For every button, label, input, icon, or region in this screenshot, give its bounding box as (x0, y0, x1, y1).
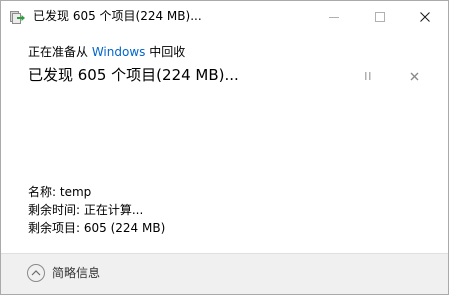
chevron-up-icon (27, 264, 45, 282)
minimize-button[interactable] (311, 1, 357, 32)
maximize-icon (375, 11, 385, 22)
detail-items-remaining: 剩余项目: 605 (224 MB) (28, 221, 166, 235)
preparing-suffix: 中回收 (145, 45, 186, 59)
close-icon (420, 11, 430, 22)
preparing-status: 正在准备从 Windows 中回收 (28, 44, 185, 60)
title-bar[interactable]: 已发现 605 个项目(224 MB)... (1, 1, 448, 32)
recycle-progress-dialog: 已发现 605 个项目(224 MB)... 正在准备从 Windows 中回收… (0, 0, 449, 295)
pause-icon (364, 66, 372, 85)
pause-button[interactable] (358, 67, 378, 83)
source-link[interactable]: Windows (92, 45, 146, 59)
file-move-icon (10, 9, 26, 24)
less-info-button[interactable]: 简略信息 (27, 264, 100, 282)
preparing-prefix: 正在准备从 (28, 45, 92, 59)
less-info-label: 简略信息 (52, 266, 101, 280)
stop-button[interactable] (404, 67, 424, 83)
detail-name: 名称: temp (28, 185, 92, 199)
dialog-footer: 简略信息 (1, 253, 448, 294)
detail-time-remaining: 剩余时间: 正在计算... (28, 203, 144, 217)
maximize-button[interactable] (357, 1, 403, 32)
minimize-icon (329, 12, 339, 22)
progress-headline: 已发现 605 个项目(224 MB)... (28, 66, 239, 84)
window-title: 已发现 605 个项目(224 MB)... (33, 9, 202, 23)
close-icon (410, 66, 419, 85)
details-panel: 名称: temp 剩余时间: 正在计算... 剩余项目: 605 (224 MB… (28, 183, 165, 237)
close-button[interactable] (402, 1, 448, 32)
